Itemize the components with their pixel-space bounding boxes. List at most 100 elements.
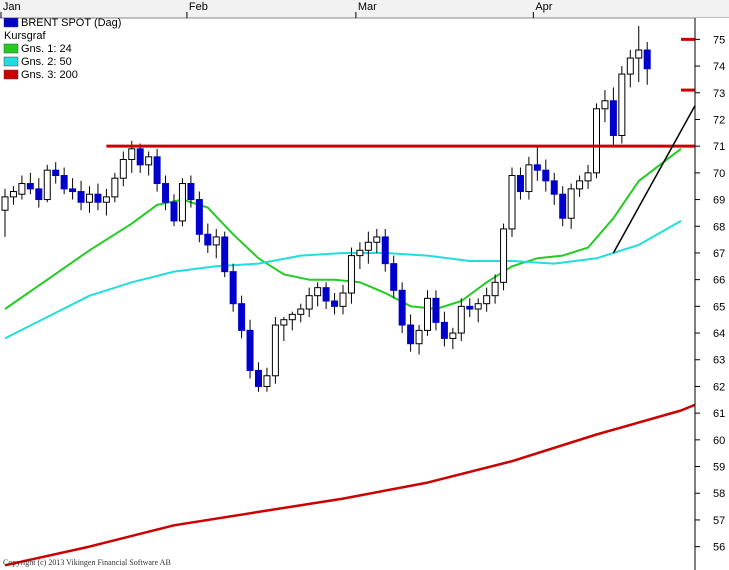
legend-label: BRENT SPOT (Dag) xyxy=(21,17,121,29)
candle-body xyxy=(525,164,533,193)
candle-body xyxy=(145,156,153,166)
candle-body xyxy=(305,295,313,310)
y-axis: 56 57 58 59 60 61 62 63 64 65 66 67 68 69 70 71 72 73 74 75 xyxy=(694,18,729,570)
candle-body xyxy=(593,108,600,174)
legend-swatch xyxy=(3,56,19,67)
candle-body xyxy=(255,369,262,387)
y-tick-label: 72 xyxy=(713,114,725,126)
candle-body xyxy=(271,324,279,377)
candle-body xyxy=(356,249,364,257)
candle-body xyxy=(238,303,246,331)
y-tick-label: 59 xyxy=(713,462,725,474)
candle-body xyxy=(424,297,431,331)
x-tick-label: Feb xyxy=(189,1,208,13)
candle-body xyxy=(559,193,567,219)
y-tick-label: 61 xyxy=(713,408,725,420)
x-tick-label: Mar xyxy=(358,1,377,13)
candle-body xyxy=(102,196,110,203)
candle-body xyxy=(390,263,398,291)
candle-body xyxy=(618,73,626,136)
candle-body xyxy=(86,193,93,203)
candle-body xyxy=(449,332,457,339)
legend-label: Gns. 3: 200 xyxy=(21,69,78,81)
candle-body xyxy=(322,287,330,302)
candle-body xyxy=(550,180,558,195)
candle-body xyxy=(643,49,651,70)
candle-body xyxy=(111,177,119,198)
candle-body xyxy=(516,175,524,193)
candle-body xyxy=(119,159,127,179)
y-tick-label: 66 xyxy=(713,275,725,287)
candle-body xyxy=(474,303,482,310)
candle-body xyxy=(77,191,85,203)
candle-body xyxy=(491,281,499,297)
y-tick-label: 56 xyxy=(713,542,725,554)
y-tick-label: 62 xyxy=(713,381,725,393)
candle-body xyxy=(136,148,144,166)
y-tick-label: 75 xyxy=(713,34,725,46)
candle-body xyxy=(9,191,17,198)
y-tick-label: 65 xyxy=(713,301,725,313)
candle-body xyxy=(1,196,9,211)
candle-body xyxy=(229,271,237,305)
candle-body xyxy=(18,183,26,195)
candle-body xyxy=(263,375,271,387)
candle-body xyxy=(466,305,474,310)
candle-body xyxy=(533,164,541,171)
y-tick-label: 71 xyxy=(713,141,725,153)
candle-body xyxy=(500,228,508,283)
candle-body xyxy=(609,100,617,136)
candle-body xyxy=(43,169,51,201)
candle-body xyxy=(162,183,170,203)
legend-swatch xyxy=(3,69,19,80)
y-tick-label: 60 xyxy=(713,435,725,447)
candle-body xyxy=(128,148,136,161)
candle-body xyxy=(601,100,609,110)
y-tick-label: 67 xyxy=(713,248,725,260)
candle-body xyxy=(297,308,305,315)
candle-body xyxy=(153,156,161,185)
candle-body xyxy=(212,236,220,246)
candle-body xyxy=(584,172,592,182)
candle-body xyxy=(60,175,68,190)
price-chart: 2018 Jan Feb Mar Apr 56 57 58 59 60 61 62 63 64 65 66… xyxy=(0,0,729,570)
candle-body xyxy=(373,236,381,243)
y-tick-label: 58 xyxy=(713,488,725,500)
candle-body xyxy=(246,329,254,371)
candle-body xyxy=(69,188,77,193)
candle-body xyxy=(204,233,212,246)
x-axis-bar: 2018 Jan Feb Mar Apr xyxy=(0,0,729,19)
legend-swatch xyxy=(3,17,19,28)
candle-body xyxy=(364,241,372,251)
candle-body xyxy=(26,183,34,190)
y-tick-label: 73 xyxy=(713,88,725,100)
y-tick-label: 64 xyxy=(713,328,725,340)
candle-body xyxy=(508,175,516,230)
candle-body xyxy=(483,295,491,305)
x-tick-label: 2018 Jan xyxy=(0,1,21,13)
copyright-text: Copyright (c) 2013 Vikingen Financial So… xyxy=(3,558,171,567)
candle-body xyxy=(440,321,448,339)
candle-body xyxy=(432,297,440,323)
candle-body xyxy=(178,183,186,222)
candle-body xyxy=(347,255,355,294)
legend-label: Kursgraf xyxy=(4,30,47,42)
candle-body xyxy=(381,236,389,265)
candle-body xyxy=(339,292,347,307)
y-tick-label: 74 xyxy=(713,61,725,73)
y-tick-label: 70 xyxy=(713,168,725,180)
y-axis-background xyxy=(695,18,729,570)
candle-body xyxy=(457,305,465,334)
candle-body xyxy=(314,287,322,297)
candle-body xyxy=(280,319,288,326)
legend-label: Gns. 1: 24 xyxy=(21,43,72,55)
candle-body xyxy=(567,188,575,219)
candle-body xyxy=(170,201,178,222)
candle-body xyxy=(187,183,195,201)
candle-body xyxy=(626,57,634,75)
candle-body xyxy=(415,329,423,345)
candle-body xyxy=(635,49,643,59)
candle-body xyxy=(542,169,550,182)
candle-body xyxy=(407,324,415,345)
candle-body xyxy=(52,169,60,177)
